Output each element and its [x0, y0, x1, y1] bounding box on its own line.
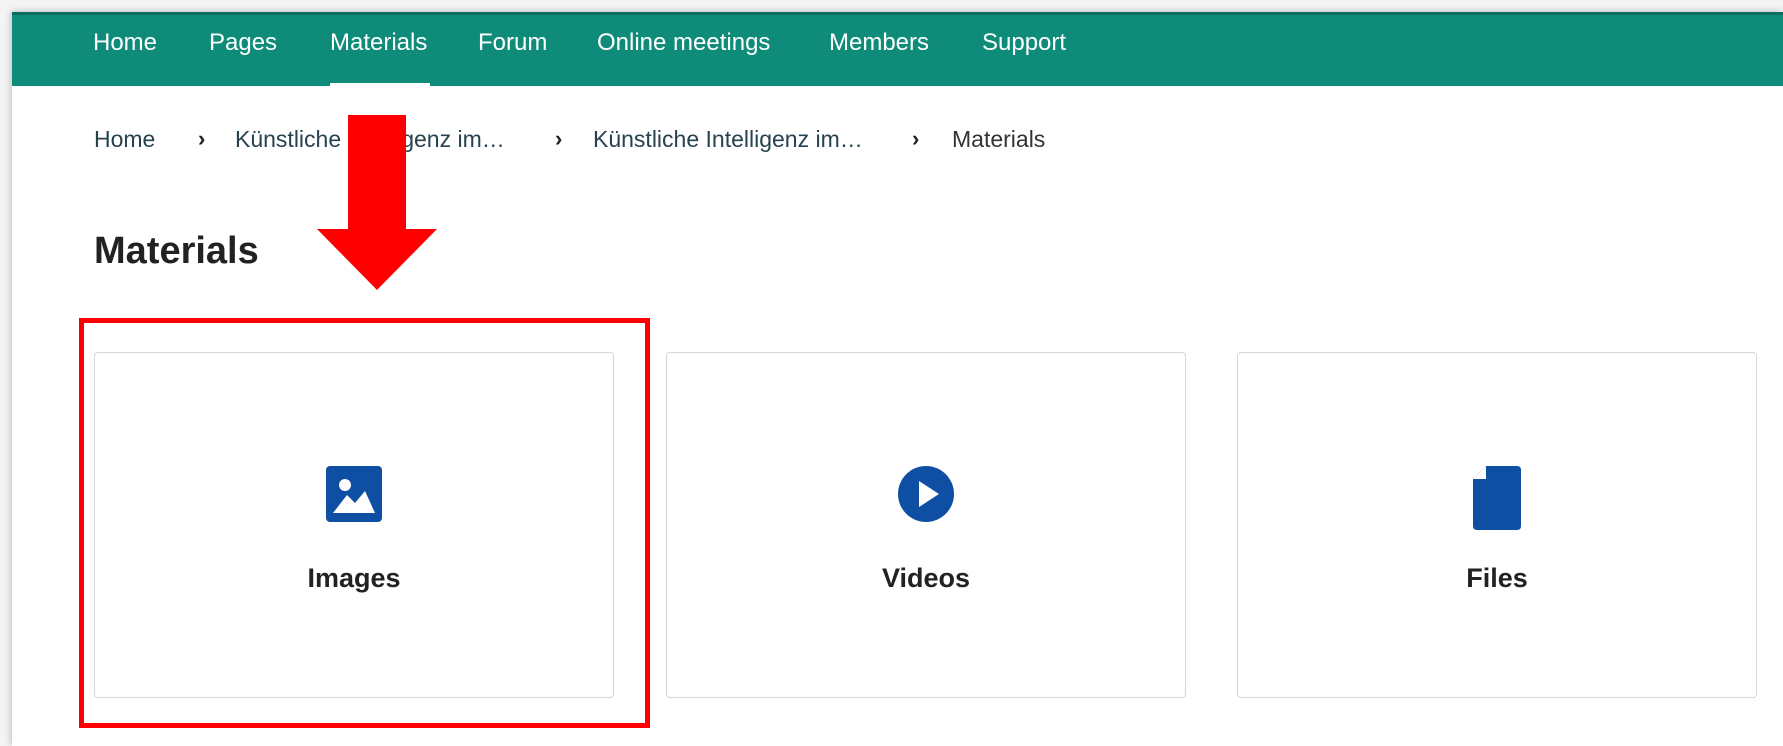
chevron-right-icon: › — [555, 126, 563, 151]
arrow-down-icon — [317, 115, 437, 295]
breadcrumb-item-subcourse[interactable]: Künstliche Intelligenz im… — [593, 126, 863, 153]
nav-item-home[interactable]: Home — [93, 29, 157, 57]
chevron-right-icon: › — [912, 126, 920, 151]
nav-item-pages[interactable]: Pages — [209, 29, 277, 57]
app-window: Home Pages Materials Forum Online meetin… — [12, 12, 1783, 746]
nav-item-forum[interactable]: Forum — [478, 29, 547, 57]
card-videos-label: Videos — [881, 563, 971, 593]
card-files-label: Files — [1466, 563, 1528, 593]
card-videos[interactable]: Videos — [666, 352, 1186, 698]
page-title: Materials — [94, 230, 259, 272]
breadcrumb-item-home[interactable]: Home — [94, 126, 155, 153]
highlight-box — [79, 318, 650, 728]
nav-item-members[interactable]: Members — [829, 29, 929, 57]
chevron-right-icon: › — [198, 126, 206, 151]
nav-item-support[interactable]: Support — [982, 29, 1066, 57]
nav-item-online-meetings[interactable]: Online meetings — [597, 29, 770, 57]
play-circle-icon — [897, 465, 955, 528]
top-navigation-bar: Home Pages Materials Forum Online meetin… — [12, 12, 1783, 89]
file-icon — [1472, 465, 1522, 536]
breadcrumb-current: Materials — [952, 126, 1046, 152]
active-tab-indicator — [330, 83, 430, 89]
nav-item-materials[interactable]: Materials — [330, 29, 427, 57]
card-files[interactable]: Files — [1237, 352, 1757, 698]
